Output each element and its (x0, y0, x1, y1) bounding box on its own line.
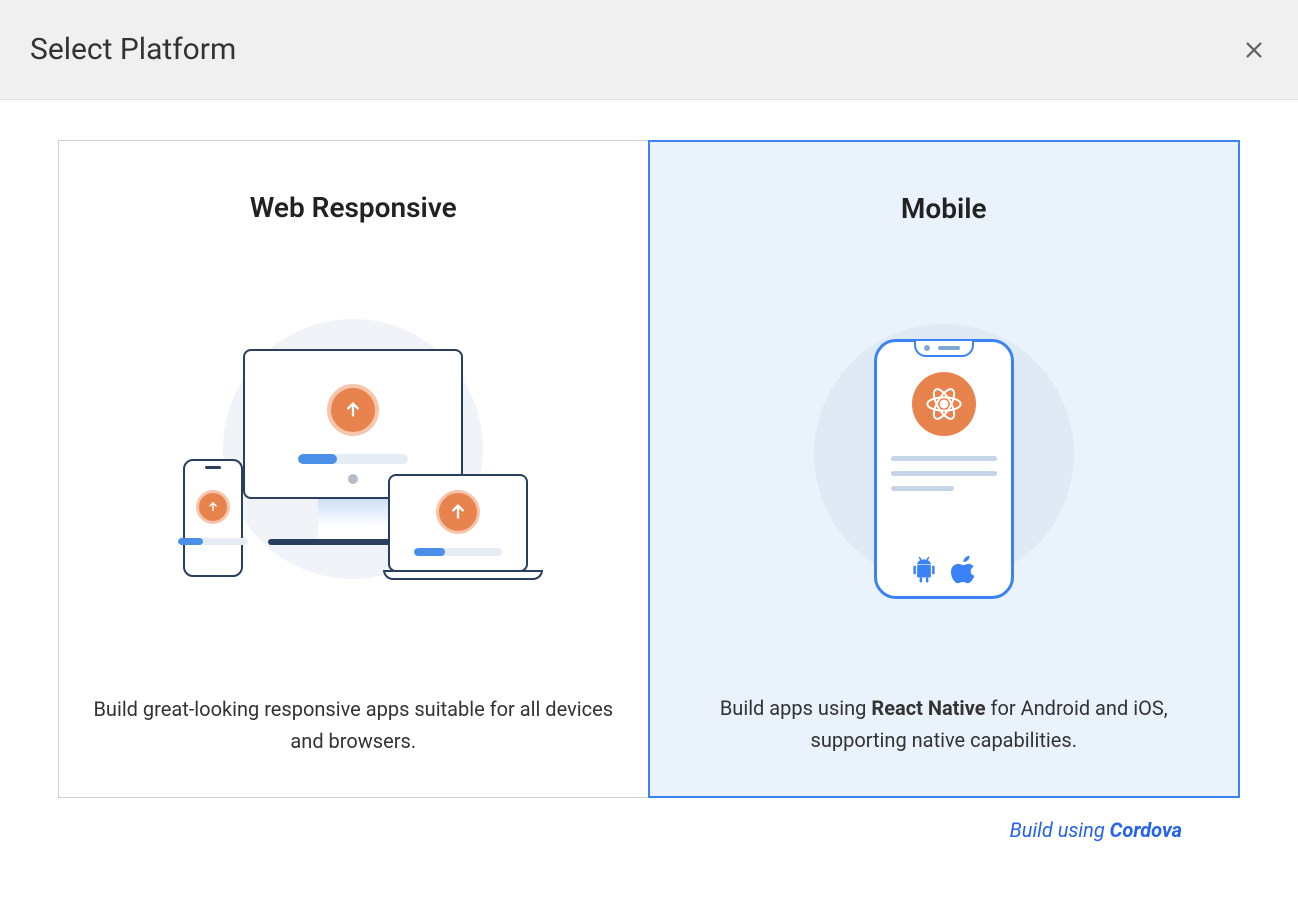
card-title-mobile: Mobile (901, 192, 987, 225)
dialog-content: Web Responsive (0, 100, 1298, 842)
mobile-device-icon (874, 339, 1014, 599)
build-cordova-link[interactable]: Build using Cordova (1010, 818, 1182, 842)
platform-cards-row: Web Responsive (58, 140, 1240, 798)
mobile-illustration (680, 255, 1209, 672)
close-button[interactable] (1240, 36, 1268, 64)
upload-arrow-icon (436, 490, 480, 534)
dialog-title: Select Platform (30, 32, 236, 67)
dialog-header: Select Platform (0, 0, 1298, 100)
footer-link-row: Build using Cordova (58, 798, 1240, 842)
laptop-device-icon (383, 474, 533, 580)
close-icon (1243, 39, 1265, 61)
card-description-web: Build great-looking responsive apps suit… (93, 693, 613, 757)
upload-arrow-icon (327, 384, 379, 436)
android-icon (909, 554, 939, 586)
web-illustration (89, 254, 618, 673)
react-native-icon (912, 372, 976, 436)
platform-card-mobile[interactable]: Mobile (648, 140, 1241, 798)
card-title-web: Web Responsive (250, 191, 457, 224)
phone-device-icon (183, 459, 243, 577)
apple-icon (949, 552, 979, 586)
platform-card-web[interactable]: Web Responsive (58, 140, 648, 798)
upload-arrow-icon (196, 490, 230, 524)
card-description-mobile: Build apps using React Native for Androi… (684, 692, 1204, 756)
